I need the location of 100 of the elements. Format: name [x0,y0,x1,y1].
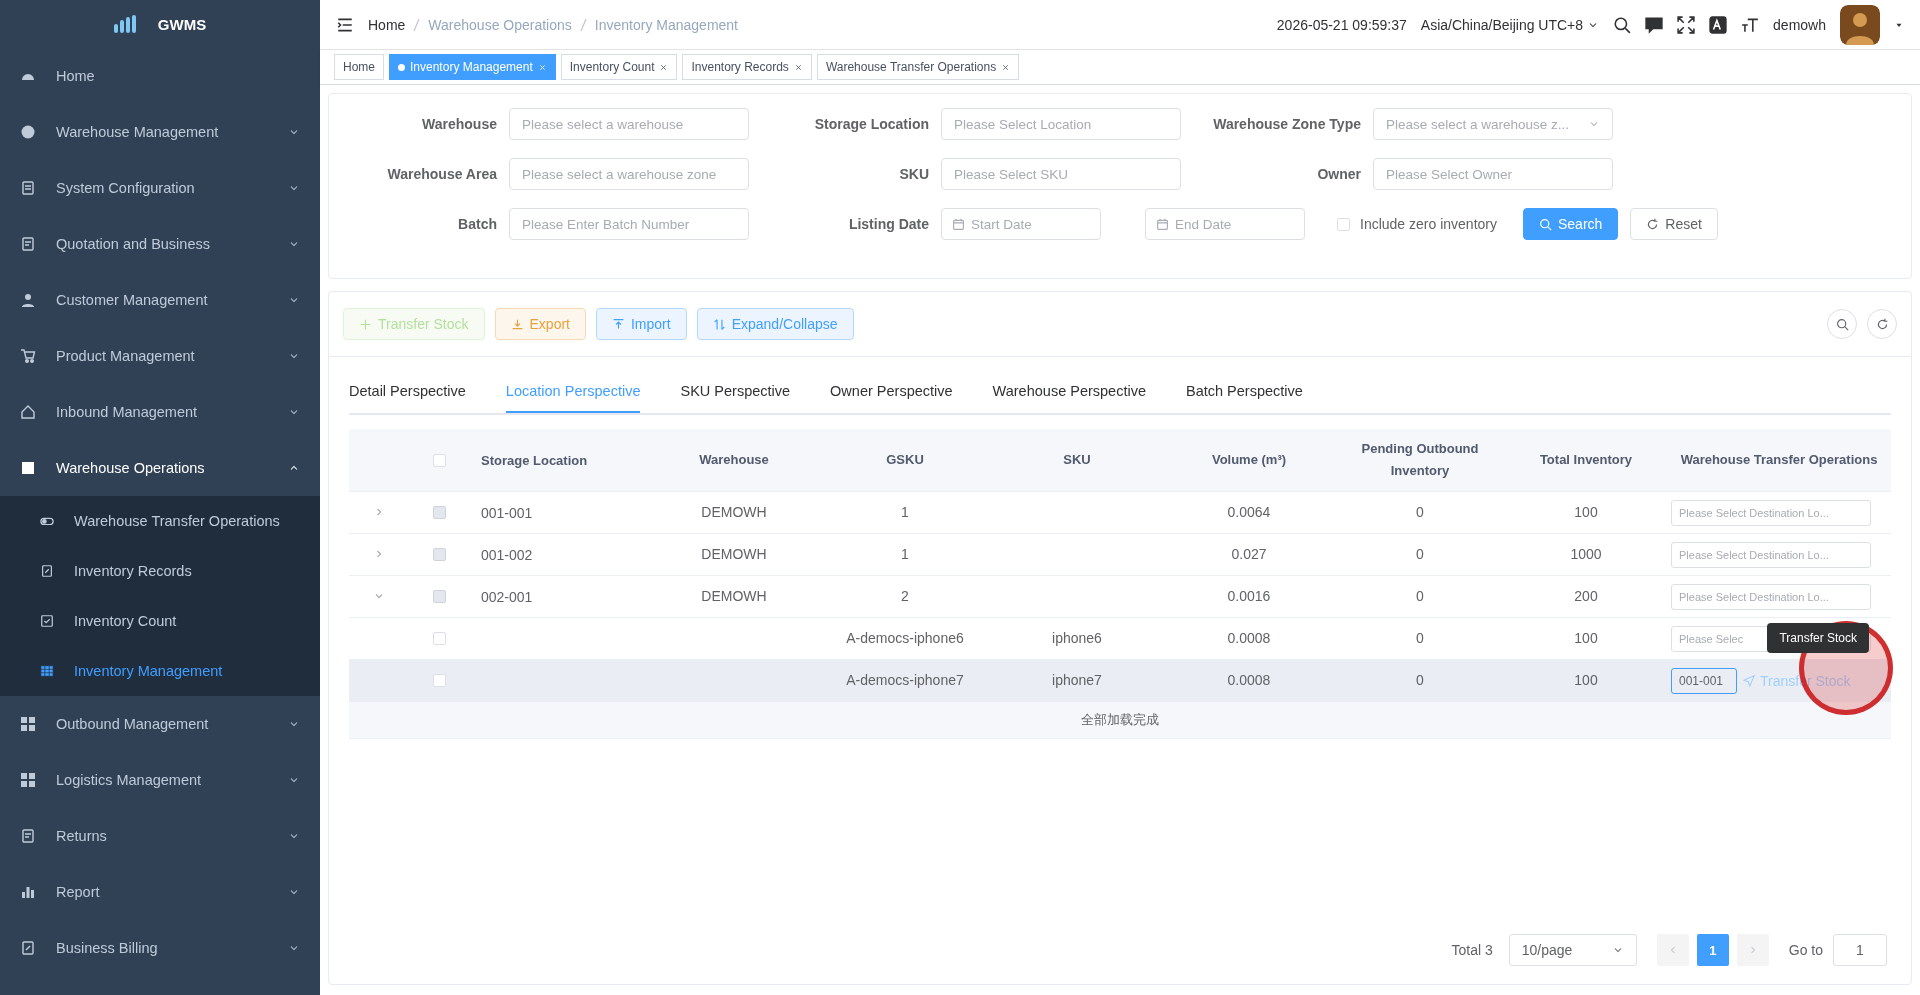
submenu-item[interactable]: Warehouse Transfer Operations [0,496,320,546]
perspective-tab[interactable]: Warehouse Perspective [992,371,1146,413]
refresh-icon [1875,317,1889,331]
table-cell-text: 0 [1415,586,1425,606]
edit-icon [20,940,36,956]
table-cell-text: 100 [1573,670,1599,690]
sidebar-item[interactable]: Report [0,864,320,920]
sidebar-item[interactable]: Outbound Management [0,696,320,752]
submenu-item[interactable]: Inventory Management [0,646,320,696]
document-icon [20,828,36,844]
table-cell-text: 0.0008 [1226,670,1272,690]
sort-icon [712,317,726,331]
search-icon [1835,317,1849,331]
document-icon [20,236,36,252]
refresh-button[interactable] [1867,309,1897,339]
sidebar-item[interactable]: Returns [0,808,320,864]
sidebar-item[interactable]: System Configuration [0,160,320,216]
table-cell-text: 100 [1573,502,1599,522]
fullscreen-icon [1677,15,1696,34]
perspective-tab[interactable]: Detail Perspective [349,371,466,413]
search-button[interactable] [1827,309,1857,339]
page-tab[interactable]: Inventory Count [560,54,678,80]
send-icon [1743,674,1755,687]
table-cell-text: 0 [1415,670,1425,690]
table-cell-text: 100 [1573,628,1599,648]
checkbox[interactable] [432,632,446,645]
app-name: GWMS [157,15,207,33]
breadcrumb-link[interactable]: Home [368,16,406,33]
close-icon [793,62,803,72]
sidebar-item[interactable]: Customer Management [0,272,320,328]
username[interactable]: demowh [1773,16,1826,33]
edit-icon [40,564,54,578]
house-icon [20,404,36,420]
table-cell-text: 0.0016 [1226,586,1272,606]
bar-chart-icon [20,884,36,900]
grid-icon [20,716,36,732]
table-cell-text: 200 [1573,586,1599,606]
table-cell-text: 0.0064 [1226,502,1272,522]
table-cell-text: iphone6 [1051,628,1103,648]
upload-icon [612,317,625,331]
table-cell-text: 0 [1415,502,1425,522]
column-header: Pending Outbound Inventory [1360,439,1480,480]
sidebar-item[interactable]: Product Management [0,328,320,384]
avatar[interactable] [1840,4,1880,45]
sidebar-item[interactable]: Warehouse Operations [0,440,320,496]
field-label: Warehouse [421,116,497,132]
submenu-item[interactable]: Inventory Count [0,596,320,646]
page-tab[interactable]: Home [334,54,384,80]
table-cell-text: DEMOWH [700,586,768,606]
user-icon [20,292,36,308]
download-icon [510,317,524,331]
logo-icon [113,15,136,33]
perspective-tab[interactable]: SKU Perspective [680,371,791,413]
plus-icon [359,317,372,331]
column-header: Total Inventory [1538,450,1634,469]
perspective-tab[interactable]: Batch Perspective [1186,371,1303,413]
submenu-item[interactable]: Inventory Records [0,546,320,596]
reset-button[interactable]: Reset [1630,208,1718,240]
input-field[interactable]: 001-001 [1671,667,1737,694]
table-cell-text: 0 [1415,628,1425,648]
field-label: Warehouse Zone Type [1212,116,1361,132]
table-cell-text: DEMOWH [700,502,768,522]
checkbox[interactable] [432,674,446,687]
page-input[interactable]: 1 [1833,934,1887,966]
timezone-select[interactable]: Asia/China/Beijing UTC+8 [1420,16,1600,33]
page-tab[interactable]: Warehouse Transfer Operations [816,54,1020,80]
previous-page-button[interactable] [1656,934,1689,966]
document-icon [20,180,36,196]
sidebar-item[interactable]: Quotation and Business [0,216,320,272]
column-header: Storage Location [480,452,589,468]
page-size-select[interactable]: 10/page [1508,934,1637,966]
field-label: Storage Location [813,116,929,132]
perspective-tab[interactable]: Owner Perspective [830,371,953,413]
sidebar-item[interactable]: Warehouse Management [0,104,320,160]
separator-icon [413,18,421,31]
datetime: 2026-05-21 09:59:37 [1276,16,1407,33]
checkbox[interactable] [432,453,446,467]
sidebar-item[interactable]: Logistics Management [0,752,320,808]
field-label: Batch [457,216,497,232]
table-cell-text: 1 [900,502,910,522]
sidebar-item[interactable]: Business Billing [0,920,320,976]
translate-icon [1709,15,1728,34]
column-header: SKU [1062,450,1092,469]
close-icon [537,62,547,72]
sidebar-item[interactable]: Inbound Management [0,384,320,440]
field-label: Listing Date [847,216,929,232]
checkbox[interactable] [1337,217,1350,231]
table-cell-text: 1 [900,544,910,564]
table-cell-text: 0 [1415,544,1425,564]
table-cell-text: A-democs-iphone7 [845,670,965,690]
next-page-button[interactable] [1736,934,1769,966]
sidebar-item[interactable]: Home [0,48,320,104]
total-count: Total 3 [1451,942,1493,958]
column-header: Volume (m³) [1210,450,1288,469]
page-tab[interactable]: Inventory Records [682,54,812,80]
search-icon [1613,15,1632,34]
grid-icon [20,772,36,788]
cart-icon [20,348,36,364]
field-label: Owner [1316,166,1361,182]
table-cell-text: 0.027 [1230,544,1268,564]
